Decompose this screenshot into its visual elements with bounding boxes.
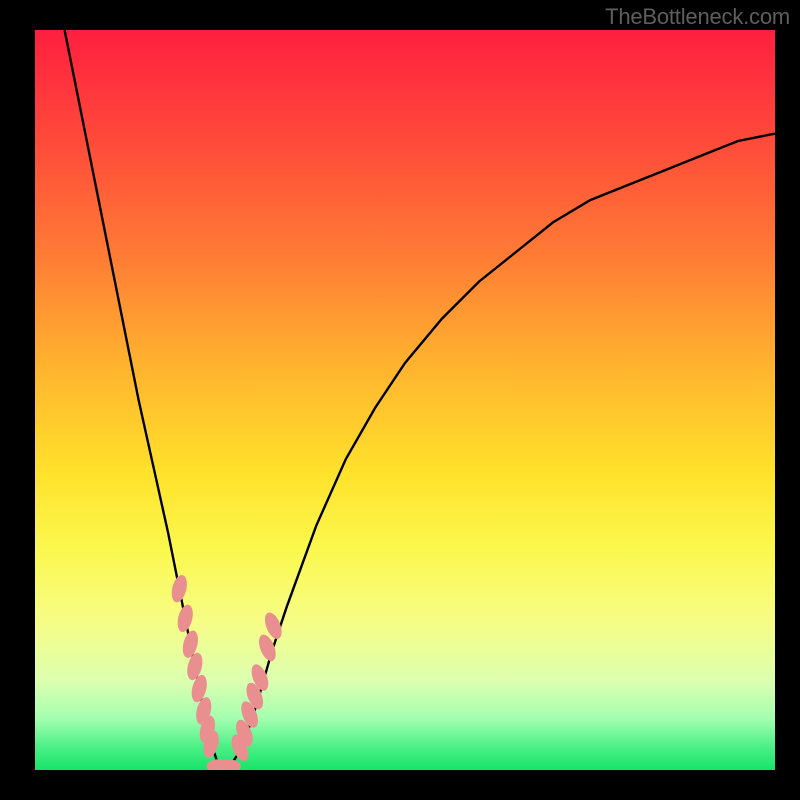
highlight-markers-left xyxy=(169,573,221,759)
watermark-label: TheBottleneck.com xyxy=(605,4,790,30)
highlight-markers-right xyxy=(228,610,285,763)
curve-path xyxy=(65,30,775,770)
plot-area xyxy=(35,30,775,770)
bottleneck-curve xyxy=(65,30,775,770)
curve-marker xyxy=(169,573,189,604)
chart-svg xyxy=(35,30,775,770)
chart-frame: TheBottleneck.com xyxy=(0,0,800,800)
curve-marker xyxy=(175,603,195,634)
highlight-markers-bottom xyxy=(207,759,241,770)
